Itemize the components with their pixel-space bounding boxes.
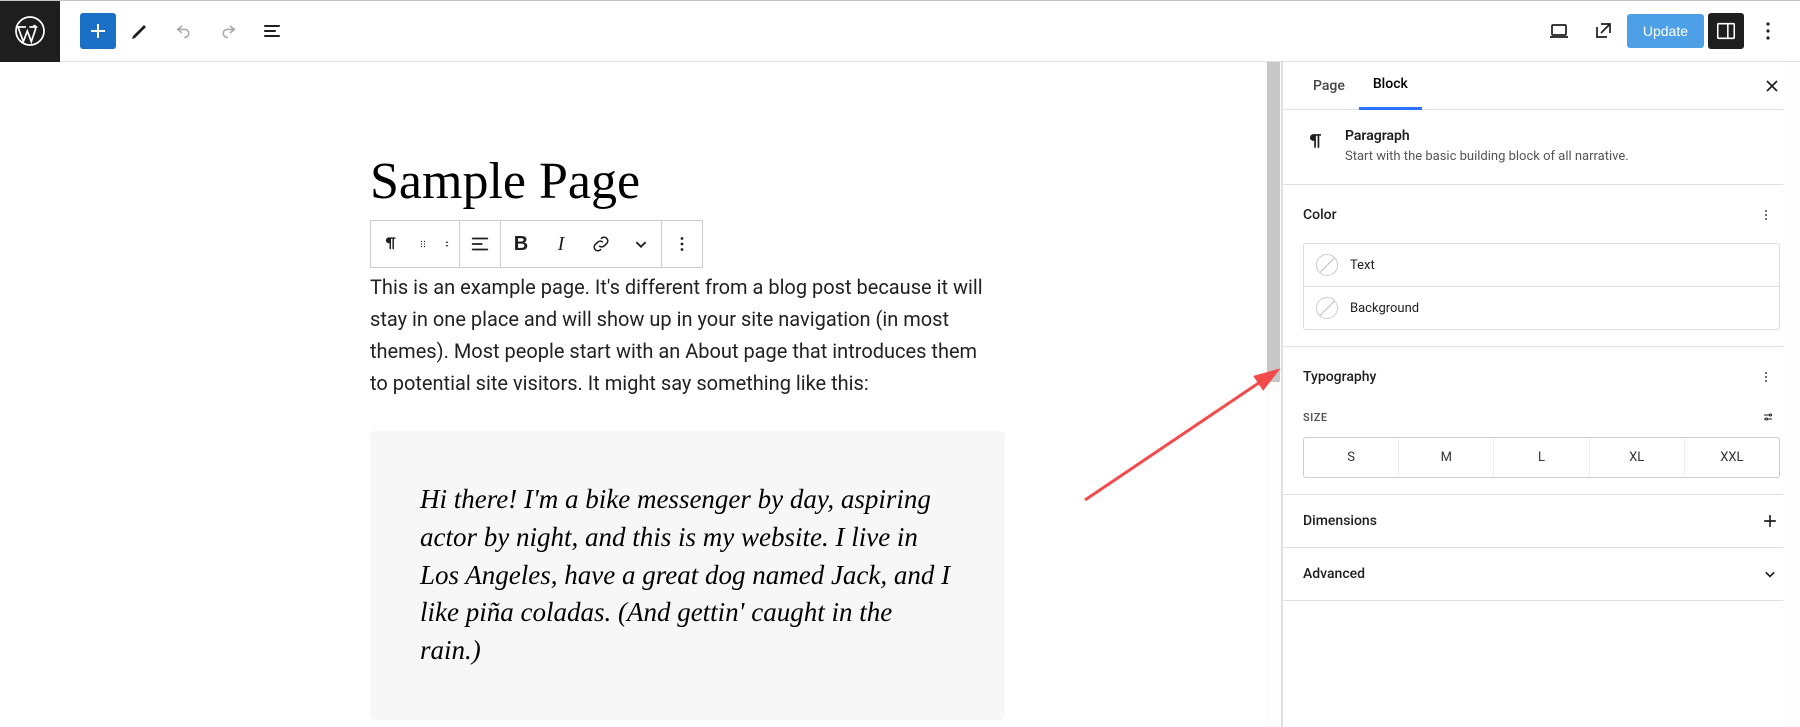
font-size-picker: S M L XL XXL [1303,437,1780,478]
block-identity: Paragraph Start with the basic building … [1283,110,1800,185]
panel-dimensions[interactable]: Dimensions [1283,495,1800,548]
block-description: Start with the basic building block of a… [1345,148,1780,166]
wordpress-logo[interactable] [0,1,60,62]
chevron-down-icon [630,233,652,255]
move-block-button[interactable] [435,221,459,267]
size-xxl[interactable]: XXL [1684,438,1779,477]
settings-sidebar-toggle[interactable] [1708,13,1744,49]
update-button[interactable]: Update [1627,14,1704,48]
drag-icon [417,233,429,255]
background-color-label: Background [1350,301,1419,316]
redo-button[interactable] [208,11,248,51]
more-vertical-icon [671,233,693,255]
bold-icon: B [510,233,532,255]
size-xl[interactable]: XL [1589,438,1684,477]
panel-advanced-title: Advanced [1303,566,1365,582]
text-color-swatch [1316,254,1338,276]
chevron-down-icon [1760,564,1780,584]
editor-canvas[interactable]: Sample Page B I [60,62,1265,727]
panel-color-title: Color [1303,207,1337,223]
size-label: SIZE [1303,411,1328,424]
settings-sidebar: Page Block Paragraph Start with the basi… [1282,62,1800,727]
text-color-control[interactable]: Text [1304,244,1779,286]
document-overview-button[interactable] [252,11,292,51]
typography-panel-options[interactable] [1752,363,1780,391]
block-type-button[interactable] [371,221,411,267]
align-button[interactable] [460,221,500,267]
editor-top-bar: Update [0,1,1800,62]
plus-icon [86,19,110,43]
italic-icon: I [550,233,572,255]
options-button[interactable] [1748,11,1788,51]
external-link-icon [1591,19,1615,43]
wordpress-icon [14,15,46,47]
canvas-scrollbar[interactable] [1265,62,1282,727]
tab-page[interactable]: Page [1299,62,1359,110]
align-left-icon [469,233,491,255]
edit-button[interactable] [120,11,160,51]
block-options-button[interactable] [662,221,702,267]
drag-handle[interactable] [411,221,435,267]
scrollbar-thumb[interactable] [1267,62,1280,382]
plus-icon [1760,511,1780,531]
add-block-button[interactable] [80,13,116,49]
italic-button[interactable]: I [541,221,581,267]
more-vertical-icon [1758,365,1774,389]
size-l[interactable]: L [1493,438,1588,477]
text-color-label: Text [1350,258,1375,273]
move-up-down-icon [441,233,453,255]
panel-dimensions-title: Dimensions [1303,513,1377,529]
block-name: Paragraph [1345,128,1780,144]
quote-text[interactable]: Hi there! I'm a bike messenger by day, a… [420,481,955,670]
toolbar-left [60,11,292,51]
sidebar-icon [1715,20,1737,42]
sliders-icon [1762,405,1774,429]
laptop-icon [1547,19,1571,43]
quote-block[interactable]: Hi there! I'm a bike messenger by day, a… [370,431,1005,720]
paragraph-icon [1303,128,1329,154]
panel-typography: Typography SIZE S M L XL XXL [1283,347,1800,495]
close-icon [1762,76,1782,96]
background-color-swatch [1316,297,1338,319]
paragraph-icon [380,233,402,255]
sidebar-scrollbar[interactable] [1783,62,1800,727]
tab-block[interactable]: Block [1359,62,1422,110]
size-custom-toggle[interactable] [1756,405,1780,429]
close-sidebar-button[interactable] [1760,74,1784,98]
panel-color: Color Text Background [1283,185,1800,347]
undo-button[interactable] [164,11,204,51]
color-controls: Text Background [1303,243,1780,330]
link-icon [590,233,612,255]
undo-icon [172,19,196,43]
pencil-icon [128,19,152,43]
more-vertical-icon [1756,19,1780,43]
sidebar-tabs: Page Block [1283,62,1800,110]
link-button[interactable] [581,221,621,267]
more-rich-text-button[interactable] [621,221,661,267]
paragraph-block[interactable]: This is an example page. It's different … [370,271,990,399]
toolbar-right: Update [1539,11,1800,51]
view-page-button[interactable] [1583,11,1623,51]
panel-advanced[interactable]: Advanced [1283,548,1800,601]
more-vertical-icon [1758,203,1774,227]
panel-typography-title: Typography [1303,369,1376,385]
page-title[interactable]: Sample Page [370,152,1265,211]
list-icon [260,19,284,43]
block-toolbar: B I [370,220,703,268]
size-s[interactable]: S [1304,438,1398,477]
bold-button[interactable]: B [501,221,541,267]
redo-icon [216,19,240,43]
background-color-control[interactable]: Background [1304,286,1779,329]
device-preview-button[interactable] [1539,11,1579,51]
color-panel-options[interactable] [1752,201,1780,229]
size-m[interactable]: M [1398,438,1493,477]
